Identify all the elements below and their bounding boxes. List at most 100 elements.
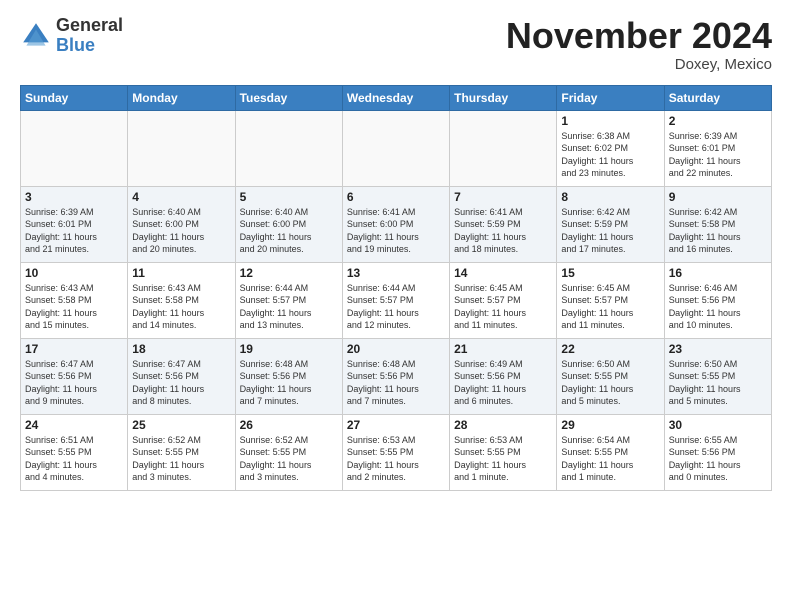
calendar-cell: 15Sunrise: 6:45 AMSunset: 5:57 PMDayligh… bbox=[557, 262, 664, 338]
logo-icon bbox=[20, 20, 52, 52]
day-number: 3 bbox=[25, 190, 123, 204]
day-number: 21 bbox=[454, 342, 552, 356]
calendar-cell: 4 Sunrise: 6:40 AMSunset: 6:00 PMDaylight… bbox=[128, 186, 235, 262]
day-info: Sunrise: 6:47 AMSunset: 5:56 PMDaylight:… bbox=[25, 358, 123, 408]
day-number: 7 bbox=[454, 190, 552, 204]
calendar-cell bbox=[235, 110, 342, 186]
calendar-week-0: 1 Sunrise: 6:38 AMSunset: 6:02 PMDaylight… bbox=[21, 110, 772, 186]
calendar-cell: 25Sunrise: 6:52 AMSunset: 5:55 PMDayligh… bbox=[128, 414, 235, 490]
day-info: Sunrise: 6:54 AMSunset: 5:55 PMDaylight:… bbox=[561, 434, 659, 484]
day-info: Sunrise: 6:47 AMSunset: 5:56 PMDaylight:… bbox=[132, 358, 230, 408]
calendar-cell: 22 Sunrise: 6:50 AMSunset: 5:55 PMDayligh… bbox=[557, 338, 664, 414]
day-number: 13 bbox=[347, 266, 445, 280]
day-number: 4 bbox=[132, 190, 230, 204]
day-info: Sunrise: 6:52 AMSunset: 5:55 PMDaylight:… bbox=[132, 434, 230, 484]
calendar-cell: 13 Sunrise: 6:44 AMSunset: 5:57 PMDayligh… bbox=[342, 262, 449, 338]
day-info: Sunrise: 6:40 AMSunset: 6:00 PMDaylight:… bbox=[132, 206, 230, 256]
day-info: Sunrise: 6:55 AMSunset: 5:56 PMDaylight:… bbox=[669, 434, 767, 484]
day-info: Sunrise: 6:43 AMSunset: 5:58 PMDaylight:… bbox=[25, 282, 123, 332]
day-number: 14 bbox=[454, 266, 552, 280]
col-monday: Monday bbox=[128, 85, 235, 110]
col-saturday: Saturday bbox=[664, 85, 771, 110]
day-info: Sunrise: 6:41 AMSunset: 6:00 PMDaylight:… bbox=[347, 206, 445, 256]
day-number: 24 bbox=[25, 418, 123, 432]
col-friday: Friday bbox=[557, 85, 664, 110]
calendar-cell: 20 Sunrise: 6:48 AMSunset: 5:56 PMDayligh… bbox=[342, 338, 449, 414]
day-info: Sunrise: 6:39 AMSunset: 6:01 PMDaylight:… bbox=[25, 206, 123, 256]
month-title: November 2024 bbox=[506, 16, 772, 56]
day-info: Sunrise: 6:45 AMSunset: 5:57 PMDaylight:… bbox=[454, 282, 552, 332]
day-number: 18 bbox=[132, 342, 230, 356]
day-info: Sunrise: 6:40 AMSunset: 6:00 PMDaylight:… bbox=[240, 206, 338, 256]
calendar-cell: 12 Sunrise: 6:44 AMSunset: 5:57 PMDayligh… bbox=[235, 262, 342, 338]
day-number: 28 bbox=[454, 418, 552, 432]
day-number: 20 bbox=[347, 342, 445, 356]
day-info: Sunrise: 6:38 AMSunset: 6:02 PMDaylight:… bbox=[561, 130, 659, 180]
calendar-cell: 28 Sunrise: 6:53 AMSunset: 5:55 PMDayligh… bbox=[450, 414, 557, 490]
day-info: Sunrise: 6:45 AMSunset: 5:57 PMDaylight:… bbox=[561, 282, 659, 332]
day-number: 27 bbox=[347, 418, 445, 432]
calendar-cell: 24 Sunrise: 6:51 AMSunset: 5:55 PMDayligh… bbox=[21, 414, 128, 490]
calendar-cell: 16 Sunrise: 6:46 AMSunset: 5:56 PMDayligh… bbox=[664, 262, 771, 338]
page: General Blue November 2024 Doxey, Mexico… bbox=[0, 0, 792, 501]
calendar-cell: 17 Sunrise: 6:47 AMSunset: 5:56 PMDayligh… bbox=[21, 338, 128, 414]
day-number: 23 bbox=[669, 342, 767, 356]
day-number: 17 bbox=[25, 342, 123, 356]
day-info: Sunrise: 6:46 AMSunset: 5:56 PMDaylight:… bbox=[669, 282, 767, 332]
calendar-cell: 2Sunrise: 6:39 AMSunset: 6:01 PMDaylight… bbox=[664, 110, 771, 186]
calendar-cell: 6Sunrise: 6:41 AMSunset: 6:00 PMDaylight… bbox=[342, 186, 449, 262]
title-block: November 2024 Doxey, Mexico bbox=[506, 16, 772, 73]
day-number: 22 bbox=[561, 342, 659, 356]
calendar-body: 1 Sunrise: 6:38 AMSunset: 6:02 PMDaylight… bbox=[21, 110, 772, 490]
day-number: 29 bbox=[561, 418, 659, 432]
header: General Blue November 2024 Doxey, Mexico bbox=[20, 16, 772, 73]
calendar-week-4: 24 Sunrise: 6:51 AMSunset: 5:55 PMDayligh… bbox=[21, 414, 772, 490]
day-info: Sunrise: 6:53 AMSunset: 5:55 PMDaylight:… bbox=[347, 434, 445, 484]
day-info: Sunrise: 6:48 AMSunset: 5:56 PMDaylight:… bbox=[347, 358, 445, 408]
calendar-week-3: 17 Sunrise: 6:47 AMSunset: 5:56 PMDayligh… bbox=[21, 338, 772, 414]
day-info: Sunrise: 6:49 AMSunset: 5:56 PMDaylight:… bbox=[454, 358, 552, 408]
day-info: Sunrise: 6:44 AMSunset: 5:57 PMDaylight:… bbox=[347, 282, 445, 332]
day-info: Sunrise: 6:42 AMSunset: 5:58 PMDaylight:… bbox=[669, 206, 767, 256]
day-info: Sunrise: 6:42 AMSunset: 5:59 PMDaylight:… bbox=[561, 206, 659, 256]
calendar-cell: 10Sunrise: 6:43 AMSunset: 5:58 PMDayligh… bbox=[21, 262, 128, 338]
day-number: 16 bbox=[669, 266, 767, 280]
calendar-cell: 8 Sunrise: 6:42 AMSunset: 5:59 PMDaylight… bbox=[557, 186, 664, 262]
calendar-cell: 5 Sunrise: 6:40 AMSunset: 6:00 PMDaylight… bbox=[235, 186, 342, 262]
day-info: Sunrise: 6:50 AMSunset: 5:55 PMDaylight:… bbox=[561, 358, 659, 408]
calendar-week-1: 3 Sunrise: 6:39 AMSunset: 6:01 PMDaylight… bbox=[21, 186, 772, 262]
day-number: 19 bbox=[240, 342, 338, 356]
day-info: Sunrise: 6:50 AMSunset: 5:55 PMDaylight:… bbox=[669, 358, 767, 408]
calendar-cell: 18 Sunrise: 6:47 AMSunset: 5:56 PMDayligh… bbox=[128, 338, 235, 414]
logo-blue: Blue bbox=[56, 36, 123, 56]
day-info: Sunrise: 6:39 AMSunset: 6:01 PMDaylight:… bbox=[669, 130, 767, 180]
day-number: 1 bbox=[561, 114, 659, 128]
calendar-cell bbox=[450, 110, 557, 186]
day-info: Sunrise: 6:44 AMSunset: 5:57 PMDaylight:… bbox=[240, 282, 338, 332]
calendar-cell: 19 Sunrise: 6:48 AMSunset: 5:56 PMDayligh… bbox=[235, 338, 342, 414]
location: Doxey, Mexico bbox=[506, 56, 772, 73]
calendar-week-2: 10Sunrise: 6:43 AMSunset: 5:58 PMDayligh… bbox=[21, 262, 772, 338]
day-info: Sunrise: 6:53 AMSunset: 5:55 PMDaylight:… bbox=[454, 434, 552, 484]
day-number: 11 bbox=[132, 266, 230, 280]
logo: General Blue bbox=[20, 16, 123, 56]
calendar-cell: 9 Sunrise: 6:42 AMSunset: 5:58 PMDaylight… bbox=[664, 186, 771, 262]
calendar-cell: 3 Sunrise: 6:39 AMSunset: 6:01 PMDaylight… bbox=[21, 186, 128, 262]
day-info: Sunrise: 6:51 AMSunset: 5:55 PMDaylight:… bbox=[25, 434, 123, 484]
calendar-cell: 23 Sunrise: 6:50 AMSunset: 5:55 PMDayligh… bbox=[664, 338, 771, 414]
calendar-cell: 1 Sunrise: 6:38 AMSunset: 6:02 PMDaylight… bbox=[557, 110, 664, 186]
calendar-cell: 21 Sunrise: 6:49 AMSunset: 5:56 PMDayligh… bbox=[450, 338, 557, 414]
calendar-cell: 29 Sunrise: 6:54 AMSunset: 5:55 PMDayligh… bbox=[557, 414, 664, 490]
logo-general: General bbox=[56, 16, 123, 36]
day-info: Sunrise: 6:43 AMSunset: 5:58 PMDaylight:… bbox=[132, 282, 230, 332]
day-number: 12 bbox=[240, 266, 338, 280]
calendar-cell bbox=[342, 110, 449, 186]
calendar-cell: 27 Sunrise: 6:53 AMSunset: 5:55 PMDayligh… bbox=[342, 414, 449, 490]
day-number: 8 bbox=[561, 190, 659, 204]
day-info: Sunrise: 6:41 AMSunset: 5:59 PMDaylight:… bbox=[454, 206, 552, 256]
calendar-table: Sunday Monday Tuesday Wednesday Thursday… bbox=[20, 85, 772, 491]
day-number: 5 bbox=[240, 190, 338, 204]
day-info: Sunrise: 6:52 AMSunset: 5:55 PMDaylight:… bbox=[240, 434, 338, 484]
day-number: 9 bbox=[669, 190, 767, 204]
day-info: Sunrise: 6:48 AMSunset: 5:56 PMDaylight:… bbox=[240, 358, 338, 408]
